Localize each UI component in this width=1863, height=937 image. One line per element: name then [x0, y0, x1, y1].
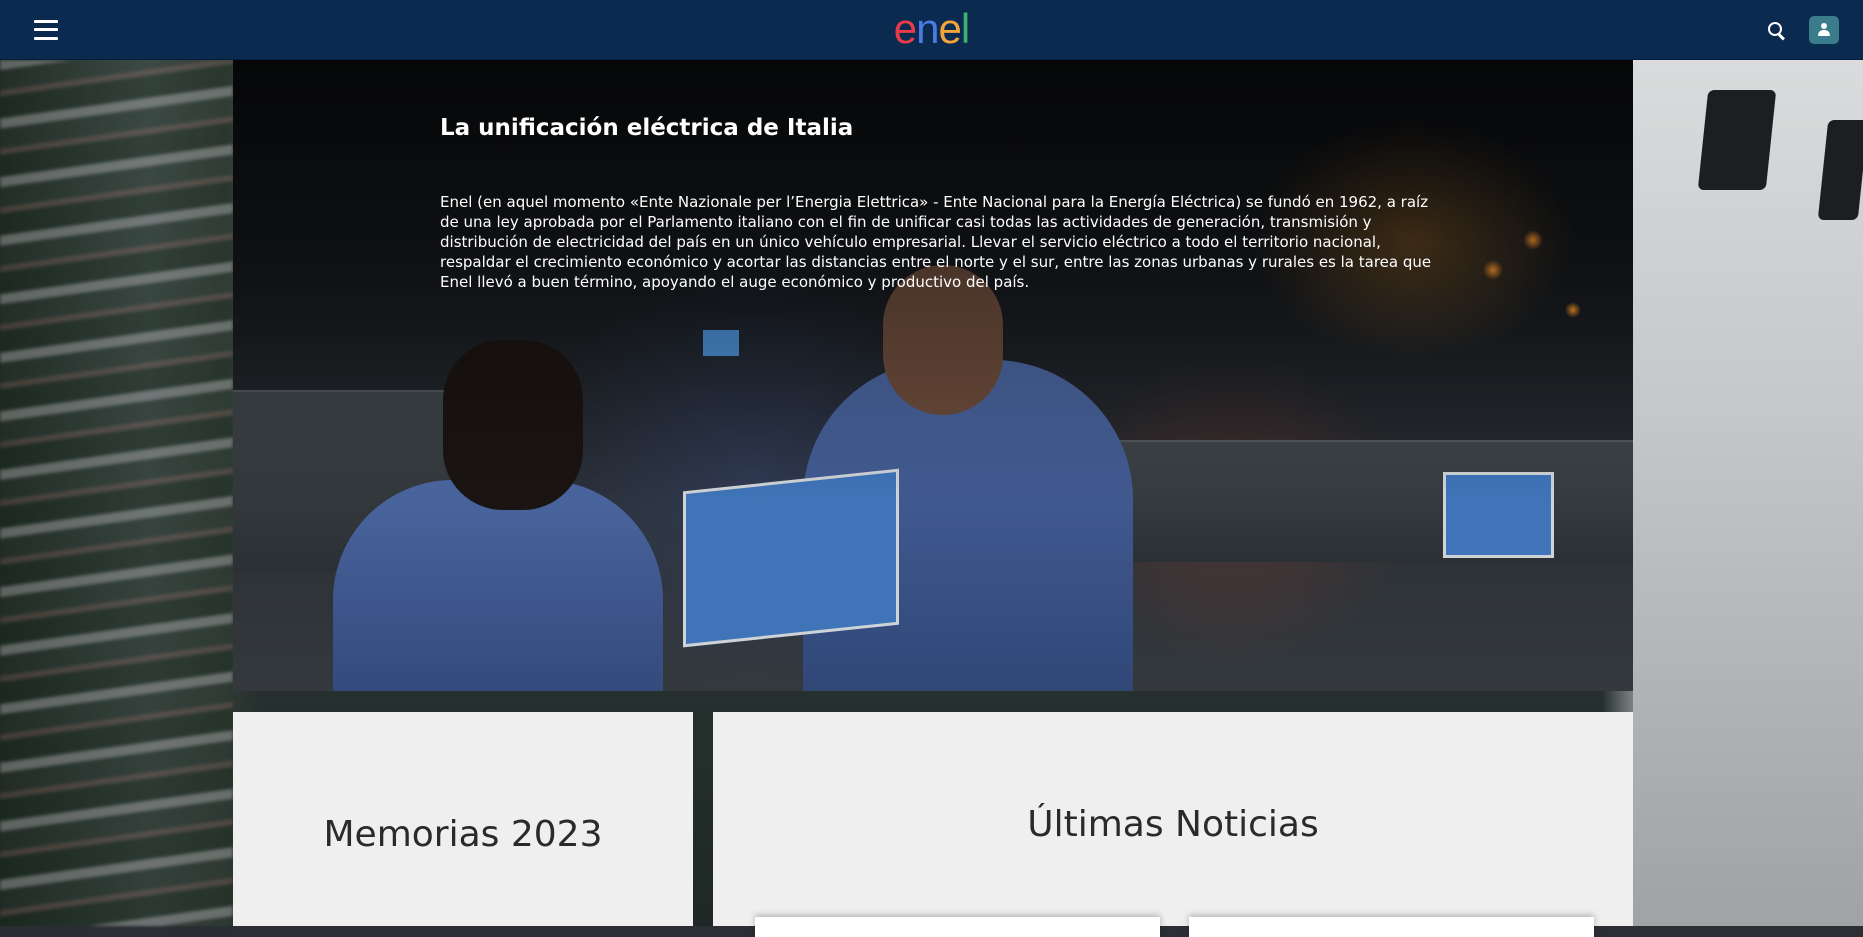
- memorias-card[interactable]: Memorias 2023: [233, 712, 693, 926]
- news-item[interactable]: [1189, 917, 1594, 937]
- user-account-button[interactable]: [1809, 15, 1839, 44]
- top-navigation-bar: enel: [0, 0, 1863, 60]
- header-actions: [1765, 15, 1839, 44]
- hero-description: Enel (en aquel momento «Ente Nazionale p…: [440, 193, 1432, 291]
- hero-title: La unificación eléctrica de Italia: [440, 115, 854, 141]
- search-icon[interactable]: [1765, 19, 1787, 41]
- hero-image-overlay: [233, 60, 1633, 691]
- background-building-left: [0, 60, 233, 926]
- background-window: [1817, 120, 1863, 220]
- hero-banner: La unificación eléctrica de Italia Enel …: [233, 60, 1633, 691]
- memorias-title: Memorias 2023: [323, 814, 603, 855]
- background-window: [1697, 90, 1777, 190]
- background-building-right: [1633, 60, 1863, 926]
- user-icon: [1817, 22, 1831, 37]
- news-card: Últimas Noticias: [713, 712, 1633, 937]
- hamburger-menu-icon[interactable]: [34, 19, 58, 40]
- news-title: Últimas Noticias: [1027, 804, 1319, 845]
- enel-logo[interactable]: enel: [894, 7, 970, 50]
- news-item[interactable]: [755, 917, 1160, 937]
